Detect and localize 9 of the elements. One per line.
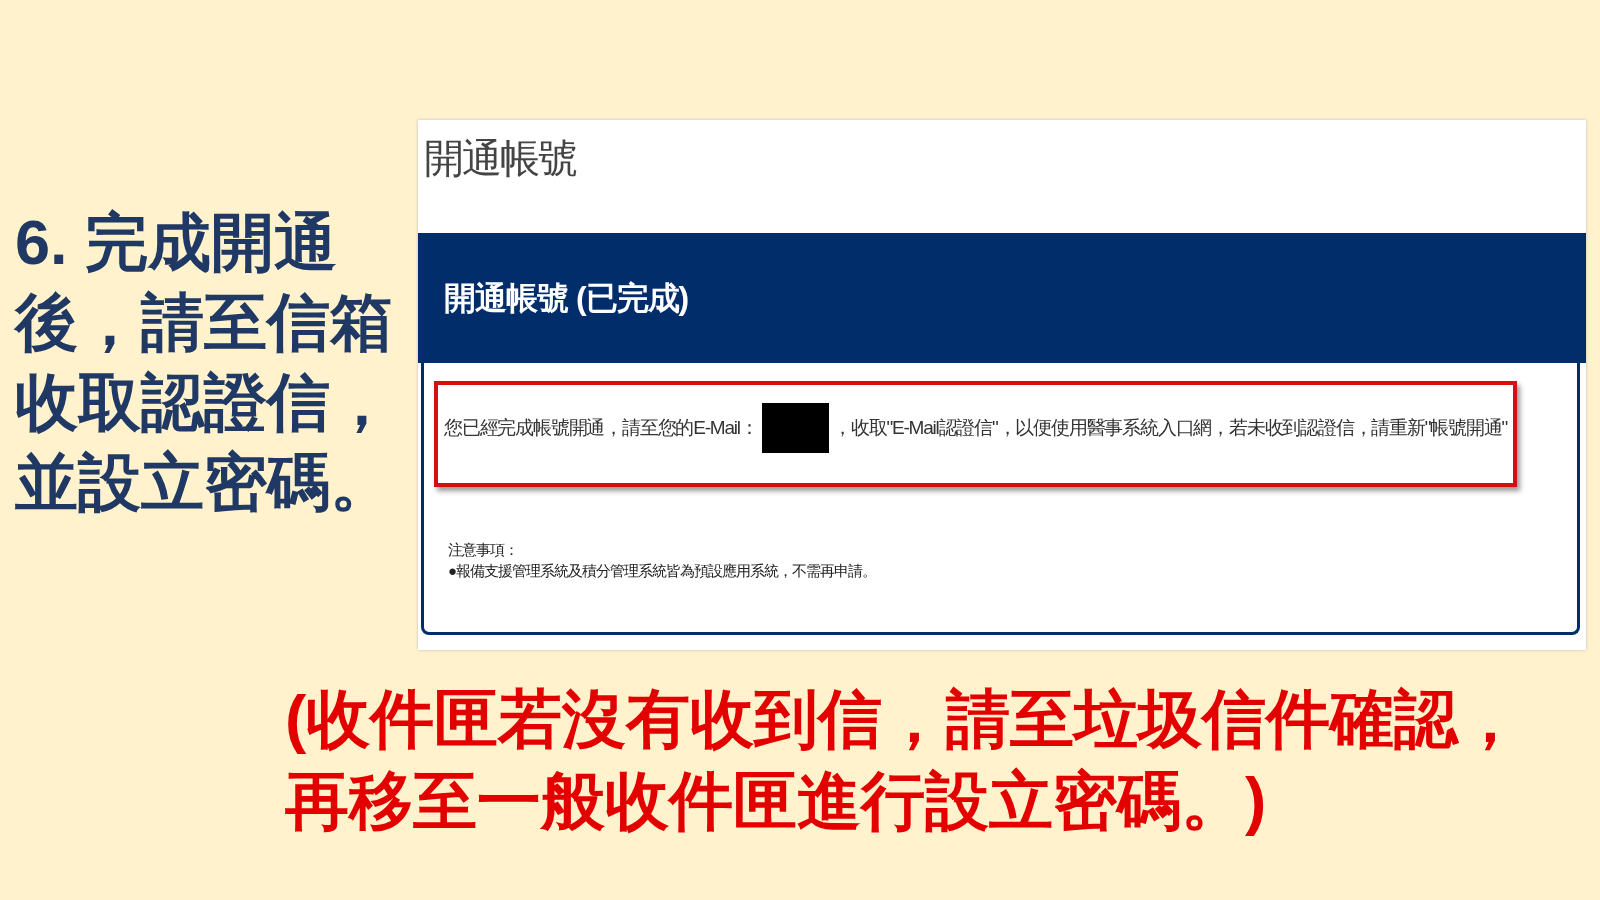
note-text: ●報備支援管理系統及積分管理系統皆為預設應用系統，不需再申請。 [448,561,878,581]
message-text: ，收取"E-Mail認證信"，以便使用醫事系統入口網，若未收到認證信，請重新"帳號開通" [833,415,1507,440]
footnote-text: (收件匣若沒有收到信，請至垃圾信件確認，再移至一般收件匣進行設立密碼。) [285,682,1524,839]
page-title: 開通帳號 [423,135,577,182]
slide-heading: 6. 完成開通後，請至信箱收取認證信，並設立密碼。 [15,206,394,519]
banner-title: 開通帳號 (已完成) [444,279,689,318]
message-text: 您已經完成帳號開通，請至您的E-Mail： [444,415,758,440]
notes-title: 注意事項： [448,540,519,560]
redaction-block [761,403,829,453]
